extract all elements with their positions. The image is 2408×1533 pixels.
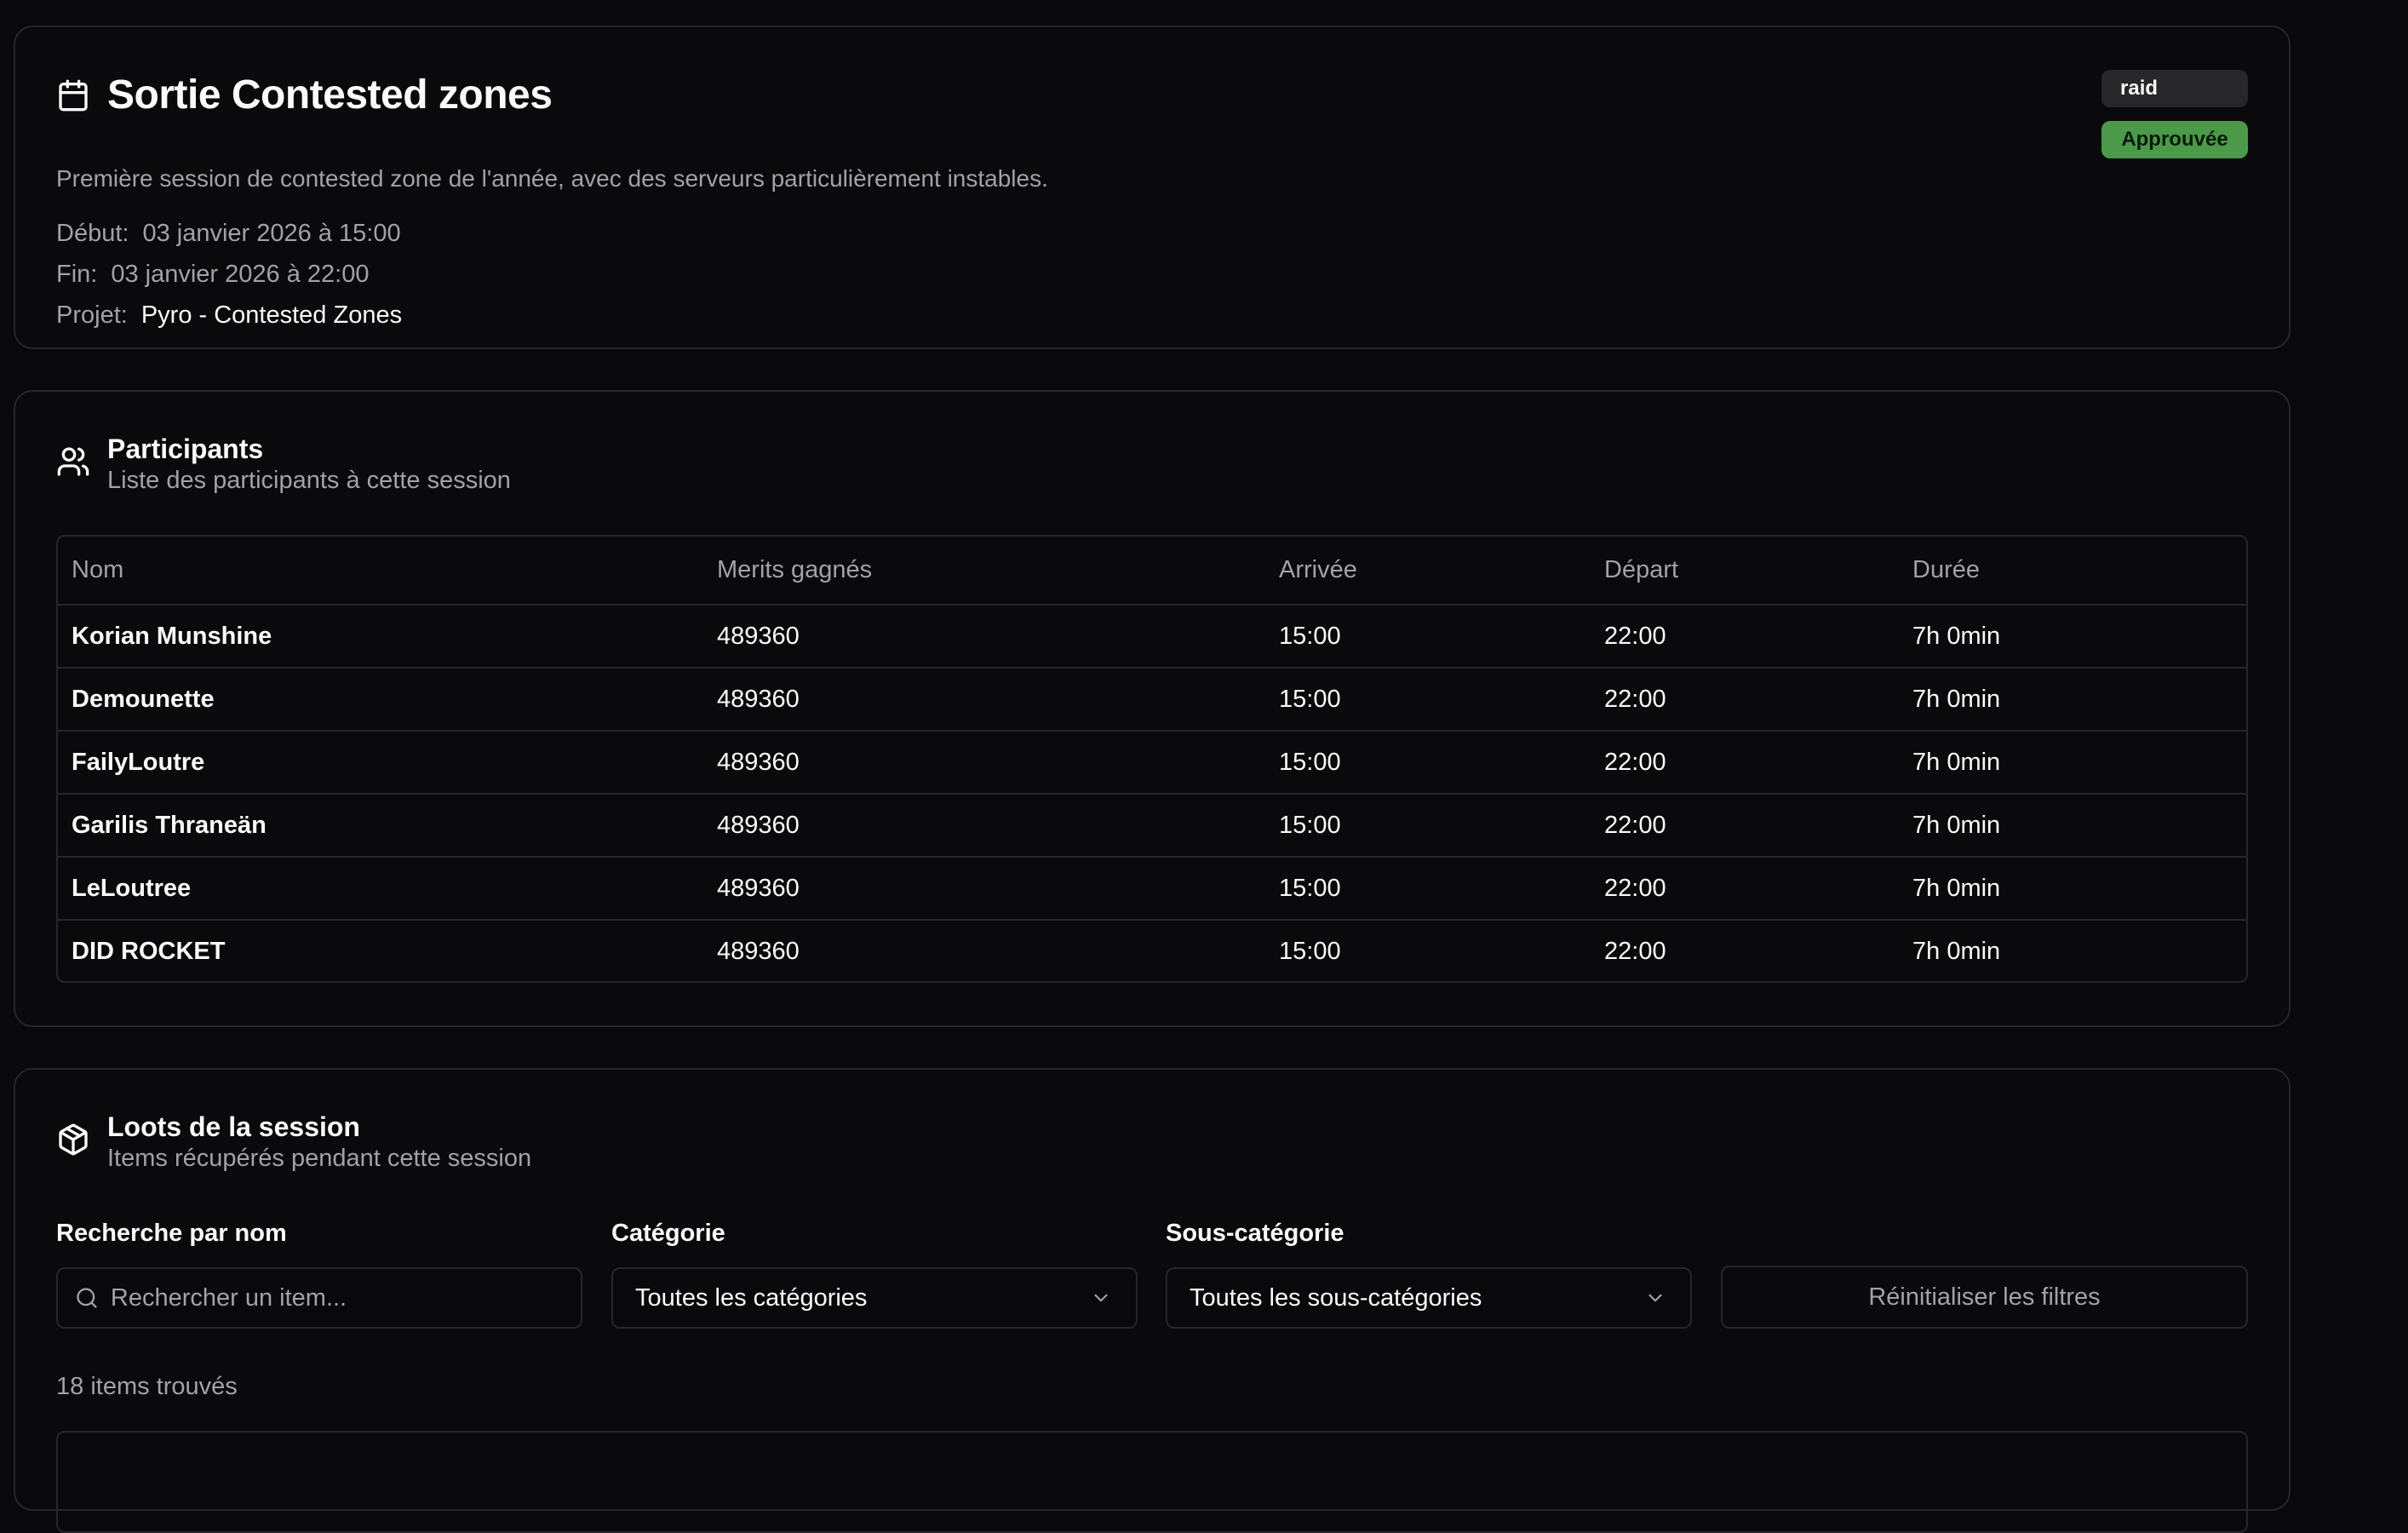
- loots-card: Loots de la session Items récupérés pend…: [14, 1068, 2290, 1533]
- participant-arrival: 15:00: [1265, 731, 1591, 795]
- session-card: Sortie Contested zones Première session …: [14, 26, 2290, 349]
- session-description: Première session de contested zone de l'…: [56, 165, 1048, 192]
- participant-arrival: 15:00: [1265, 794, 1591, 858]
- participant-departure: 22:00: [1591, 731, 1899, 795]
- participant-name: Korian Munshine: [58, 605, 703, 669]
- participant-name: DID ROCKET: [72, 938, 226, 965]
- end-label: Fin:: [56, 261, 98, 288]
- subcategory-select[interactable]: Toutes les sous-catégories: [1166, 1267, 1692, 1329]
- loots-header: Loots de la session Items récupérés pend…: [56, 1111, 531, 1174]
- session-project: Projet: Pyro - Contested Zones: [56, 301, 402, 330]
- participant-departure: 22:00: [1591, 794, 1899, 858]
- package-icon: [59, 1123, 88, 1156]
- users-icon: [57, 447, 89, 476]
- participant-departure: 22:00: [1604, 938, 1666, 965]
- category-select[interactable]: Toutes les catégories: [611, 1267, 1138, 1329]
- search-input[interactable]: [110, 1283, 581, 1312]
- participants-header: Participants Liste des participants à ce…: [56, 433, 511, 496]
- table-header-row: Nom Merits gagnés Arrivée Départ Durée: [58, 537, 2246, 606]
- loots-title: Loots de la session: [107, 1111, 360, 1142]
- items-count: 18 items trouvés: [56, 1373, 238, 1400]
- participants-subtitle: Liste des participants à cette session: [107, 467, 511, 494]
- type-badge: raid: [2101, 70, 2248, 107]
- status-badge: Approuvée: [2101, 121, 2248, 158]
- participant-duration: 7h 0min: [1899, 794, 2246, 858]
- chevron-down-icon: [1094, 1294, 1108, 1302]
- participant-departure: 22:00: [1591, 605, 1899, 669]
- participant-merits: 489360: [703, 857, 1265, 921]
- search-label: Recherche par nom: [56, 1220, 287, 1247]
- participants-card: Participants Liste des participants à ce…: [14, 390, 2290, 1027]
- participant-duration: 7h 0min: [1912, 938, 2001, 965]
- start-label: Début:: [56, 220, 129, 247]
- table-row: DID ROCKET 489360 15:00 22:00 7h 0min: [58, 920, 2246, 981]
- participant-duration: 7h 0min: [1899, 857, 2246, 921]
- project-value: Pyro - Contested Zones: [140, 301, 403, 329]
- participant-departure: 22:00: [1591, 668, 1899, 732]
- participant-arrival: 15:00: [1265, 857, 1591, 921]
- end-value: 03 janvier 2026 à 22:00: [111, 261, 370, 288]
- table-row: FailyLoutre 489360 15:00 22:00 7h 0min: [58, 731, 2246, 795]
- participant-merits: 489360: [717, 938, 800, 965]
- column-header-duration: Durée: [1899, 537, 2246, 606]
- participants-title: Participants: [107, 433, 264, 464]
- participant-duration: 7h 0min: [1899, 668, 2246, 732]
- search-icon: [77, 1288, 97, 1308]
- table-row: Garilis Thraneän 489360 15:00 22:00 7h 0…: [58, 794, 2246, 858]
- participant-duration: 7h 0min: [1899, 731, 2246, 795]
- participant-merits: 489360: [703, 794, 1265, 858]
- participant-arrival: 15:00: [1265, 605, 1591, 669]
- table-row: Korian Munshine 489360 15:00 22:00 7h 0m…: [58, 605, 2246, 669]
- loots-subtitle: Items récupérés pendant cette session: [107, 1145, 532, 1172]
- participant-name: LeLoutree: [58, 857, 703, 921]
- session-header: Sortie Contested zones: [56, 72, 553, 118]
- items-list: [56, 1431, 2248, 1533]
- subcategory-label: Sous-catégorie: [1166, 1220, 1344, 1247]
- calendar-icon: [59, 79, 88, 111]
- subcategory-value: Toutes les sous-catégories: [1190, 1283, 1482, 1312]
- table-row: Demounette 489360 15:00 22:00 7h 0min: [58, 668, 2246, 732]
- column-header-arrival: Arrivée: [1265, 537, 1591, 606]
- column-header-departure: Départ: [1591, 537, 1899, 606]
- table-row: LeLoutree 489360 15:00 22:00 7h 0min: [58, 857, 2246, 921]
- participant-merits: 489360: [703, 605, 1265, 669]
- category-value: Toutes les catégories: [635, 1283, 868, 1312]
- participant-merits: 489360: [703, 668, 1265, 732]
- session-start: Début: 03 janvier 2026 à 15:00: [56, 220, 401, 248]
- participant-merits: 489360: [703, 731, 1265, 795]
- start-value: 03 janvier 2026 à 15:00: [142, 220, 401, 247]
- participant-duration: 7h 0min: [1899, 605, 2246, 669]
- column-header-merits: Merits gagnés: [703, 537, 1265, 606]
- participant-name: FailyLoutre: [58, 731, 703, 795]
- search-field: [56, 1267, 582, 1329]
- participant-arrival: 15:00: [1265, 668, 1591, 732]
- project-label: Projet:: [56, 301, 128, 329]
- session-end: Fin: 03 janvier 2026 à 22:00: [56, 261, 369, 289]
- participant-arrival: 15:00: [1279, 938, 1341, 965]
- page-title: Sortie Contested zones: [107, 72, 553, 118]
- category-label: Catégorie: [611, 1220, 725, 1247]
- participant-name: Demounette: [58, 668, 703, 732]
- participants-table: Nom Merits gagnés Arrivée Départ Durée K…: [56, 535, 2248, 983]
- chevron-down-icon: [1648, 1294, 1662, 1302]
- participant-departure: 22:00: [1591, 857, 1899, 921]
- reset-filters-button[interactable]: Réinitialiser les filtres: [1721, 1266, 2248, 1329]
- column-header-name: Nom: [58, 537, 703, 606]
- participant-name: Garilis Thraneän: [58, 794, 703, 858]
